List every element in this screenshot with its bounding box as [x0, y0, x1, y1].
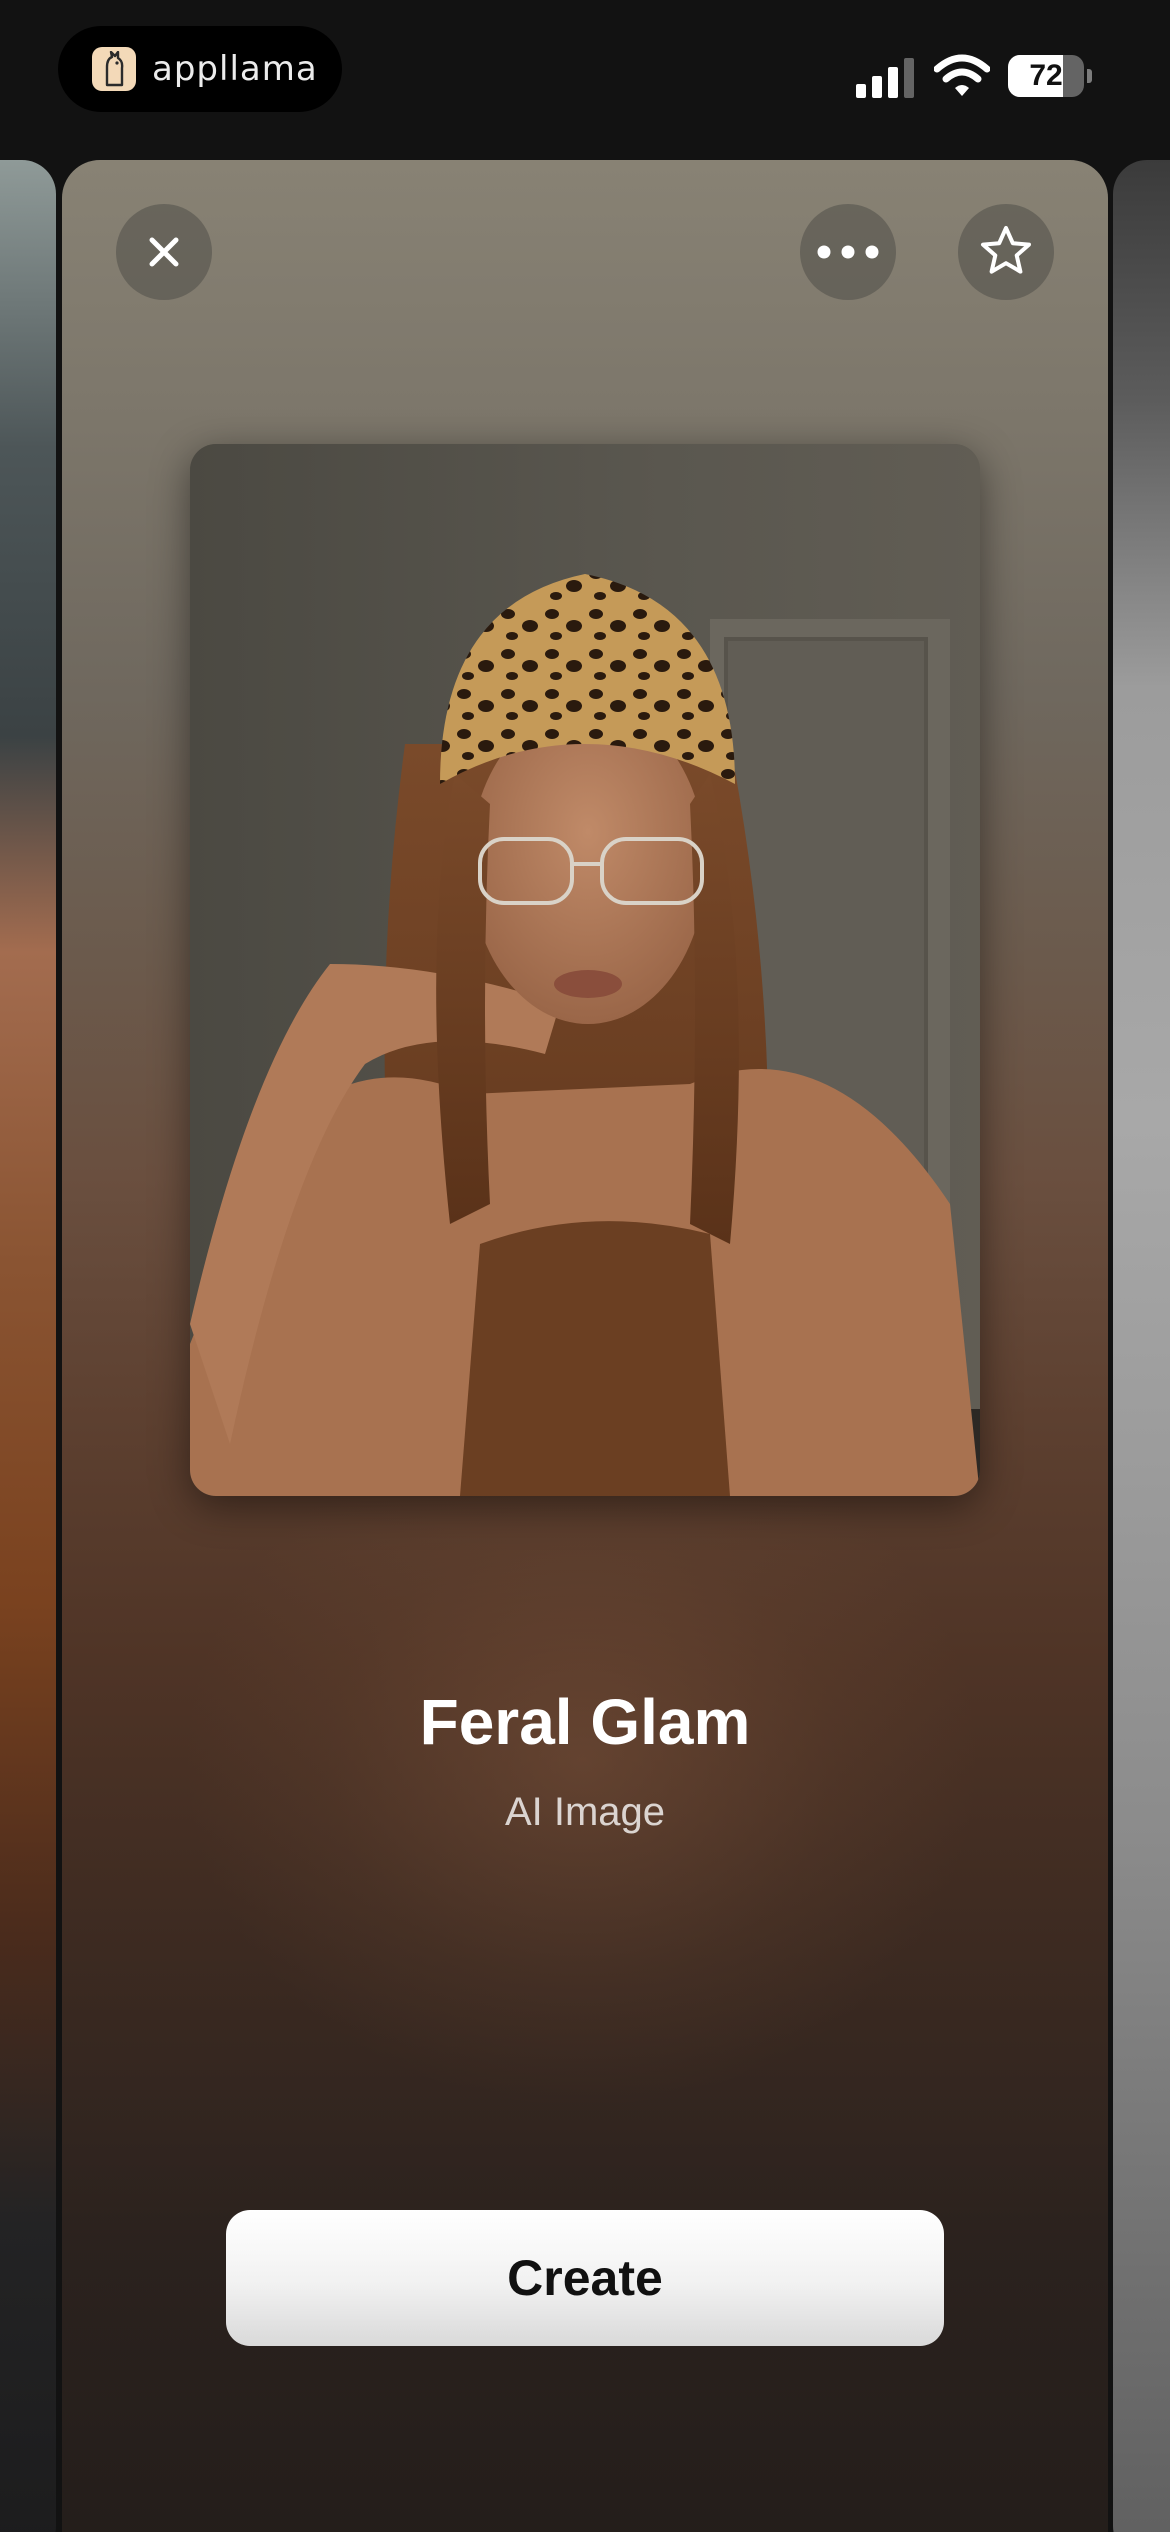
battery-level: 72	[1029, 59, 1063, 92]
signal-icon	[856, 58, 914, 98]
screen: appllama 72 Feral Glam AI Image Create	[0, 0, 1170, 2532]
battery-icon: 72	[1008, 55, 1092, 97]
favorite-button[interactable]	[958, 204, 1054, 300]
preview-image	[190, 444, 980, 1496]
app-logo-icon	[92, 47, 136, 91]
close-button[interactable]	[116, 204, 212, 300]
style-card: Feral Glam AI Image Create	[62, 160, 1108, 2532]
close-icon	[149, 237, 179, 267]
portrait-illustration	[190, 444, 980, 1496]
style-title: Feral Glam	[419, 1686, 751, 1758]
create-button[interactable]: Create	[226, 2210, 944, 2346]
app-name: appllama	[152, 49, 318, 89]
more-icon	[817, 245, 879, 259]
battery-body: 72	[1008, 55, 1084, 97]
card-glow	[182, 1410, 982, 2110]
status-bar: appllama 72	[0, 0, 1170, 160]
wifi-icon	[934, 54, 990, 96]
previous-card-peek[interactable]	[0, 160, 56, 2532]
more-options-button[interactable]	[800, 204, 896, 300]
app-indicator-pill[interactable]: appllama	[58, 26, 342, 112]
style-subtitle: AI Image	[504, 1790, 666, 1834]
battery-cap	[1087, 69, 1092, 83]
star-icon	[981, 226, 1031, 274]
next-card-peek[interactable]	[1113, 160, 1170, 2532]
